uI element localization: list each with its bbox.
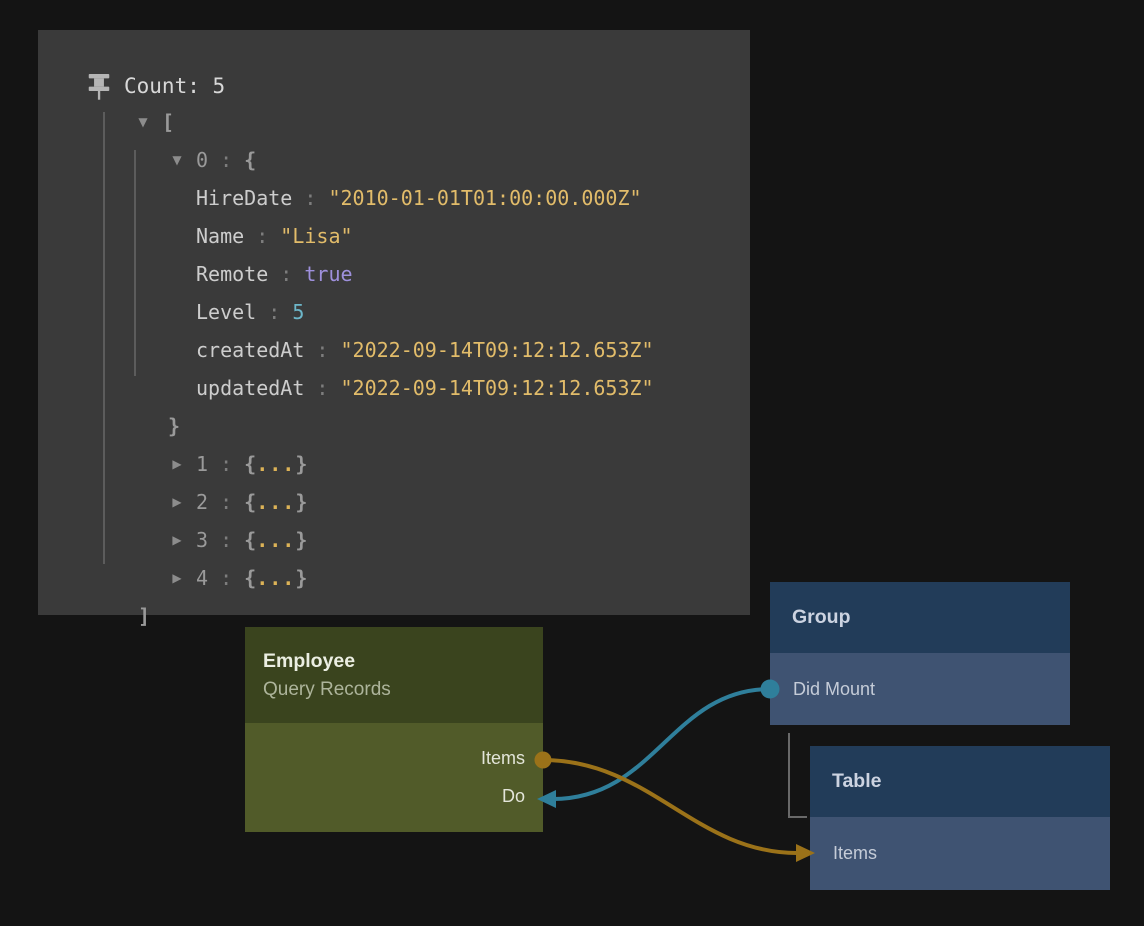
node-graph-canvas[interactable]: Count: 5 ▼[▼0 : {HireDate : "2010-01-01T… [0, 0, 1144, 926]
node-title: Employee [263, 647, 543, 676]
json-token-string: "2022-09-14T09:12:12.653Z" [341, 338, 654, 362]
json-token-key: updatedAt [196, 376, 304, 400]
node-group-header: Group [770, 582, 1070, 653]
json-token-colon: : [208, 148, 244, 172]
port-label: Items [481, 748, 525, 769]
json-token-index: 2 [196, 490, 208, 514]
employee-port-items[interactable]: Items [245, 739, 543, 777]
json-tree-row: ▶ 3 : {...} [76, 521, 788, 559]
json-token-punct: { [244, 490, 256, 514]
json-token-key: Level [196, 300, 256, 324]
expand-arrow-icon[interactable]: ▶ [162, 533, 192, 547]
expand-arrow-icon[interactable]: ▶ [162, 495, 192, 509]
json-tree-row: ▶ 2 : {...} [76, 483, 788, 521]
json-token-index: 0 [196, 148, 208, 172]
json-token-punct: ] [138, 604, 150, 628]
json-tree-row: ▼ 0 : { [76, 141, 788, 179]
json-token-colon: : [208, 452, 244, 476]
json-token-punct: [ [162, 110, 174, 134]
json-token-colon: : [208, 528, 244, 552]
json-token-colon: : [208, 490, 244, 514]
expand-arrow-icon[interactable]: ▶ [162, 457, 192, 471]
json-token-string: "2022-09-14T09:12:12.653Z" [341, 376, 654, 400]
json-token-string: "2010-01-01T01:00:00.000Z" [328, 186, 641, 210]
node-employee-ports: Items Do [245, 723, 543, 832]
json-token-index: 4 [196, 566, 208, 590]
json-tree: ▼[▼0 : {HireDate : "2010-01-01T01:00:00.… [76, 103, 788, 635]
json-token-punct: } [295, 490, 307, 514]
json-tree-row: updatedAt : "2022-09-14T09:12:12.653Z" [76, 369, 788, 407]
group-port-did-mount[interactable]: Did Mount [770, 670, 1070, 708]
port-label: Items [833, 843, 877, 864]
node-group[interactable]: Group Did Mount [770, 582, 1070, 725]
json-token-dots: ... [256, 490, 295, 514]
inspector-count-label: Count: 5 [124, 73, 225, 99]
json-token-dots: ... [256, 528, 295, 552]
json-token-colon: : [304, 376, 340, 400]
json-tree-row: ▼[ [76, 103, 788, 141]
hierarchy-connector-group-table [789, 733, 807, 817]
port-label: Do [502, 786, 525, 807]
json-token-key: Remote [196, 262, 268, 286]
json-tree-row: HireDate : "2010-01-01T01:00:00.000Z" [76, 179, 788, 217]
json-tree-row: Name : "Lisa" [76, 217, 788, 255]
json-token-colon: : [268, 262, 304, 286]
json-tree-row: ▶ 1 : {...} [76, 445, 788, 483]
json-tree-row: ▶ 4 : {...} [76, 559, 788, 597]
connection-didmount-to-do[interactable] [537, 680, 780, 809]
json-token-colon: : [244, 224, 280, 248]
node-title: Group [792, 603, 1070, 632]
node-table-header: Table [810, 746, 1110, 817]
json-token-punct: } [168, 414, 180, 438]
json-token-punct: { [244, 452, 256, 476]
json-tree-row: Level : 5 [76, 293, 788, 331]
json-tree-row: createdAt : "2022-09-14T09:12:12.653Z" [76, 331, 788, 369]
node-title: Table [832, 767, 1110, 796]
expand-arrow-icon[interactable]: ▶ [162, 571, 192, 585]
port-label: Did Mount [793, 679, 875, 700]
json-token-dots: ... [256, 566, 295, 590]
json-token-punct: } [295, 528, 307, 552]
node-table-ports: Items [810, 817, 1110, 890]
json-tree-row: } [76, 407, 788, 445]
json-token-punct: } [295, 452, 307, 476]
json-token-num: 5 [292, 300, 304, 324]
node-group-ports: Did Mount [770, 653, 1070, 725]
json-token-colon: : [208, 566, 244, 590]
collapse-arrow-icon[interactable]: ▼ [128, 115, 158, 129]
json-token-string: "Lisa" [280, 224, 352, 248]
json-token-colon: : [292, 186, 328, 210]
json-token-index: 3 [196, 528, 208, 552]
connection-items-to-items[interactable] [535, 752, 816, 863]
json-token-bool: true [304, 262, 352, 286]
employee-port-do[interactable]: Do [245, 777, 543, 815]
json-token-key: createdAt [196, 338, 304, 362]
json-token-key: Name [196, 224, 244, 248]
json-token-punct: { [244, 528, 256, 552]
json-token-key: HireDate [196, 186, 292, 210]
node-subtitle: Query Records [263, 676, 543, 703]
json-token-colon: : [256, 300, 292, 324]
node-table[interactable]: Table Items [810, 746, 1110, 890]
json-token-punct: } [295, 566, 307, 590]
pin-icon[interactable] [88, 74, 110, 100]
data-inspector-panel: Count: 5 ▼ [ ▼ 0 : { HireDate : "2010-01-01T… [38, 30, 750, 615]
json-token-punct: { [244, 566, 256, 590]
json-token-index: 1 [196, 452, 208, 476]
json-token-colon: : [304, 338, 340, 362]
json-token-punct: { [244, 148, 256, 172]
table-port-items[interactable]: Items [810, 835, 1110, 873]
json-tree-row: Remote : true [76, 255, 788, 293]
node-employee[interactable]: Employee Query Records Items Do [245, 627, 543, 832]
node-employee-header: Employee Query Records [245, 627, 543, 723]
json-token-dots: ... [256, 452, 295, 476]
collapse-arrow-icon[interactable]: ▼ [162, 153, 192, 167]
